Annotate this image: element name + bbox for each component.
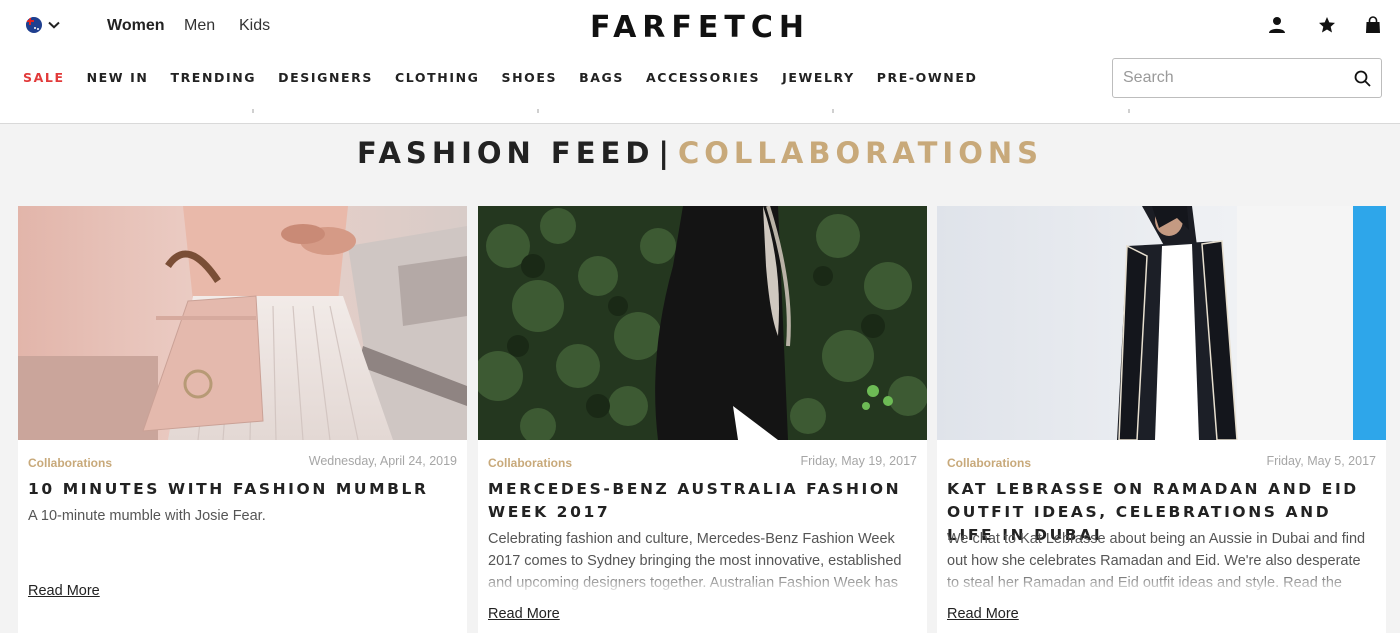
site-header: Women Men Kids FARFETCH SALE NEW IN TREN…: [0, 0, 1400, 124]
read-more-link[interactable]: Read More: [488, 606, 560, 622]
shopping-bag-icon[interactable]: [1364, 16, 1382, 34]
nav-jewelry[interactable]: JEWELRY: [782, 70, 855, 85]
article-date: Wednesday, April 24, 2019: [308, 454, 457, 468]
article-card[interactable]: Collaborations Friday, May 19, 2017 MERC…: [478, 206, 927, 633]
article-title[interactable]: MERCEDES-BENZ AUSTRALIA FASHION WEEK 201…: [488, 478, 913, 524]
main-navigation: SALE NEW IN TRENDING DESIGNERS CLOTHING …: [23, 70, 977, 85]
divider-mark: [1128, 109, 1130, 113]
nav-accessories[interactable]: ACCESSORIES: [646, 70, 760, 85]
article-image[interactable]: [478, 206, 927, 440]
article-description: We chat to Kat Lebrasse about being an A…: [947, 528, 1372, 594]
article-date: Friday, May 19, 2017: [800, 454, 918, 468]
wishlist-star-icon[interactable]: [1318, 16, 1336, 34]
page-title-category: COLLABORATIONS: [678, 136, 1043, 170]
search-icon[interactable]: [1354, 70, 1371, 87]
article-meta: Collaborations Friday, May 5, 2017: [947, 454, 1376, 470]
read-more-link[interactable]: Read More: [947, 606, 1019, 622]
page-title-main: FASHION FEED: [357, 136, 655, 170]
article-category[interactable]: Collaborations: [947, 456, 1031, 470]
page-title: FASHION FEED | COLLABORATIONS: [0, 136, 1400, 170]
nav-shoes[interactable]: SHOES: [502, 70, 558, 85]
article-card[interactable]: Collaborations Wednesday, April 24, 2019…: [18, 206, 467, 633]
account-icon[interactable]: [1268, 16, 1286, 34]
article-card[interactable]: Collaborations Friday, May 5, 2017 KAT L…: [937, 206, 1386, 633]
nav-trending[interactable]: TRENDING: [170, 70, 256, 85]
article-category[interactable]: Collaborations: [28, 456, 112, 470]
article-image[interactable]: [18, 206, 467, 440]
read-more-link[interactable]: Read More: [28, 583, 100, 599]
search-input[interactable]: [1113, 59, 1333, 97]
nav-pre-owned[interactable]: PRE-OWNED: [877, 70, 978, 85]
text-fade: [947, 572, 1372, 594]
article-date: Friday, May 5, 2017: [1266, 454, 1376, 468]
nav-new-in[interactable]: NEW IN: [87, 70, 149, 85]
nav-clothing[interactable]: CLOTHING: [395, 70, 479, 85]
nav-bags[interactable]: BAGS: [579, 70, 624, 85]
article-meta: Collaborations Wednesday, April 24, 2019: [28, 454, 457, 470]
divider-mark: [832, 109, 834, 113]
article-title[interactable]: 10 MINUTES WITH FASHION MUMBLR: [28, 478, 453, 501]
nav-sale[interactable]: SALE: [23, 70, 65, 85]
title-separator: |: [658, 136, 674, 170]
divider-mark: [252, 109, 254, 113]
article-image[interactable]: [937, 206, 1386, 440]
article-description: A 10-minute mumble with Josie Fear.: [28, 508, 266, 524]
article-meta: Collaborations Friday, May 19, 2017: [488, 454, 917, 470]
search-box: [1112, 58, 1382, 98]
text-fade: [488, 572, 913, 594]
farfetch-logo[interactable]: FARFETCH: [0, 10, 1400, 45]
article-category[interactable]: Collaborations: [488, 456, 572, 470]
nav-designers[interactable]: DESIGNERS: [278, 70, 373, 85]
article-description: Celebrating fashion and culture, Mercede…: [488, 528, 913, 594]
divider-mark: [537, 109, 539, 113]
